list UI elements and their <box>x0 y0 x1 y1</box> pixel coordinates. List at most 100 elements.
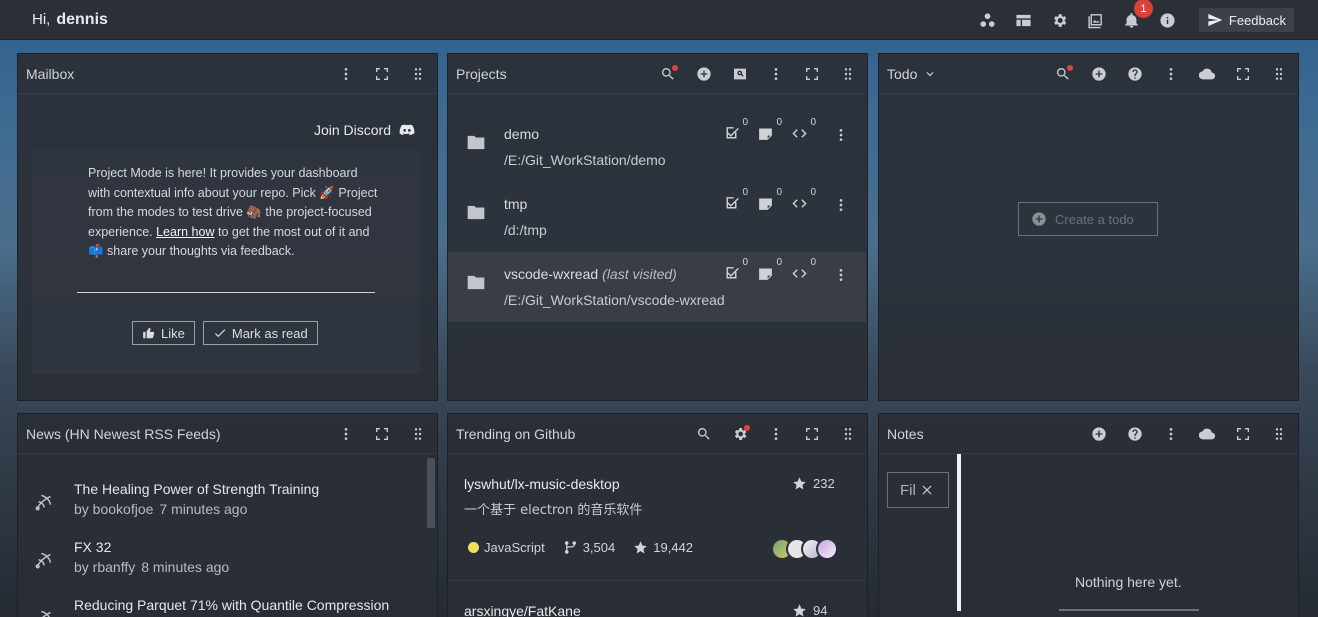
snippet-count-icon[interactable]: 0 <box>788 187 816 214</box>
snippet-count: 0 <box>810 117 816 128</box>
drag-handle-icon[interactable] <box>1268 423 1290 445</box>
search-icon[interactable] <box>1052 63 1074 85</box>
note-count-icon[interactable]: 0 <box>754 257 782 284</box>
todo-count-icon[interactable]: 0 <box>720 117 748 144</box>
fullscreen-icon[interactable] <box>371 423 393 445</box>
repo-forks: 3,504 <box>563 540 616 555</box>
more-icon[interactable] <box>335 423 357 445</box>
news-item[interactable]: FX 32 by rbanffy 8 minutes ago <box>18 522 436 580</box>
learn-how-link[interactable]: Learn how <box>156 225 214 239</box>
drag-handle-icon[interactable] <box>407 63 429 85</box>
todo-count-icon[interactable]: 0 <box>720 187 748 214</box>
fullscreen-icon[interactable] <box>1232 63 1254 85</box>
cloud-icon[interactable] <box>1196 63 1218 85</box>
more-icon[interactable] <box>765 423 787 445</box>
fork-icon <box>564 541 576 554</box>
search-folder-icon[interactable] <box>729 63 751 85</box>
todo-count-icon[interactable]: 0 <box>720 257 748 284</box>
layout-icon[interactable] <box>1013 9 1035 31</box>
snippet-count-icon[interactable]: 0 <box>788 257 816 284</box>
mark-as-read-button[interactable]: Mark as read <box>202 321 318 345</box>
search-icon[interactable] <box>657 63 679 85</box>
project-more-icon[interactable] <box>830 124 852 146</box>
fullscreen-icon[interactable] <box>801 423 823 445</box>
create-todo-button[interactable]: Create a todo <box>1018 202 1158 236</box>
drag-handle-icon[interactable] <box>1268 63 1290 85</box>
add-todo-icon[interactable] <box>1088 63 1110 85</box>
username: dennis <box>56 10 108 28</box>
note-count-icon[interactable]: 0 <box>754 117 782 144</box>
more-icon[interactable] <box>1160 423 1182 445</box>
language-dot <box>468 542 479 553</box>
create-note-button-edge[interactable] <box>1059 609 1199 611</box>
image-icon[interactable] <box>1085 9 1107 31</box>
todo-title-dropdown[interactable]: Todo <box>887 66 1052 82</box>
search-indicator <box>1067 64 1073 71</box>
info-icon[interactable] <box>1157 9 1179 31</box>
project-more-icon[interactable] <box>830 264 852 286</box>
top-icons: 1 Feedback <box>977 0 1294 40</box>
help-icon[interactable] <box>1124 423 1146 445</box>
add-note-icon[interactable] <box>1088 423 1110 445</box>
greeting: Hi, dennis <box>32 11 108 29</box>
news-title: Reducing Parquet 71% with Quantile Compr… <box>74 597 390 613</box>
project-name: demo <box>504 126 540 142</box>
notes-filter-input[interactable]: Fil <box>887 472 949 508</box>
project-more-icon[interactable] <box>830 194 852 216</box>
news-author: by rbanffy <box>74 559 136 575</box>
add-project-icon[interactable] <box>693 63 715 85</box>
mail-message: Project Mode is here! It provides your d… <box>88 164 378 262</box>
todo-header: Todo <box>879 54 1298 94</box>
snippet-count-icon[interactable]: 0 <box>788 117 816 144</box>
news-item[interactable]: The Healing Power of Strength Training b… <box>18 464 436 522</box>
todo-count: 0 <box>742 187 748 198</box>
send-icon <box>1208 14 1223 26</box>
empty-notes-message: Nothing here yet. <box>1075 574 1182 590</box>
more-icon[interactable] <box>335 63 357 85</box>
bell-icon[interactable]: 1 <box>1121 0 1153 31</box>
join-discord-link[interactable]: Join Discord <box>314 122 415 138</box>
notes-title: Notes <box>887 425 924 442</box>
cloud-icon[interactable] <box>1196 423 1218 445</box>
fullscreen-icon[interactable] <box>801 63 823 85</box>
more-icon[interactable] <box>1160 63 1182 85</box>
mailbox-title: Mailbox <box>26 65 75 82</box>
gear-icon[interactable] <box>1049 9 1071 31</box>
project-item[interactable]: tmp /d:/tmp 0 0 0 <box>448 182 866 252</box>
note-count: 0 <box>776 187 782 198</box>
search-icon[interactable] <box>693 423 715 445</box>
trending-title: Trending on Github <box>456 425 576 442</box>
fullscreen-icon[interactable] <box>371 63 393 85</box>
fullscreen-icon[interactable] <box>1232 423 1254 445</box>
star-outline-icon <box>793 477 806 490</box>
apps-icon[interactable] <box>977 9 999 31</box>
repo-item[interactable]: arsxingye/FatKane 94 <box>448 581 866 617</box>
drag-handle-icon[interactable] <box>407 423 429 445</box>
repo-name: lyswhut/lx-music-desktop <box>464 476 620 492</box>
repo-item[interactable]: lyswhut/lx-music-desktop 一个基于 electron 的… <box>448 454 866 581</box>
fork-count: 3,504 <box>582 540 616 555</box>
snippet-count: 0 <box>810 187 816 198</box>
note-count-icon[interactable]: 0 <box>754 187 782 214</box>
gear-icon[interactable] <box>729 423 751 445</box>
feedback-button[interactable]: Feedback <box>1198 8 1294 32</box>
close-icon[interactable] <box>920 483 934 497</box>
trending-panel: Trending on Github lyswhut/lx-music-desk… <box>447 413 868 617</box>
project-item[interactable]: vscode-wxread (last visited) /E:/Git_Work… <box>448 252 866 322</box>
news-header: News (HN Newest RSS Feeds) <box>18 414 437 454</box>
more-icon[interactable] <box>765 63 787 85</box>
divider <box>77 292 375 293</box>
contributors <box>771 538 838 560</box>
drag-handle-icon[interactable] <box>837 63 859 85</box>
search-indicator <box>672 64 678 71</box>
like-button[interactable]: Like <box>132 321 195 345</box>
star-icon <box>634 541 647 554</box>
project-item[interactable]: demo /E:/Git_WorkStation/demo 0 0 0 <box>448 112 866 182</box>
notes-splitter[interactable] <box>957 454 961 611</box>
help-icon[interactable] <box>1124 63 1146 85</box>
feedback-label: Feedback <box>1228 12 1286 28</box>
news-item[interactable]: Reducing Parquet 71% with Quantile Compr… <box>18 580 436 617</box>
drag-handle-icon[interactable] <box>837 423 859 445</box>
avatar[interactable] <box>816 538 838 560</box>
repo-name: arsxingye/FatKane <box>464 603 581 617</box>
